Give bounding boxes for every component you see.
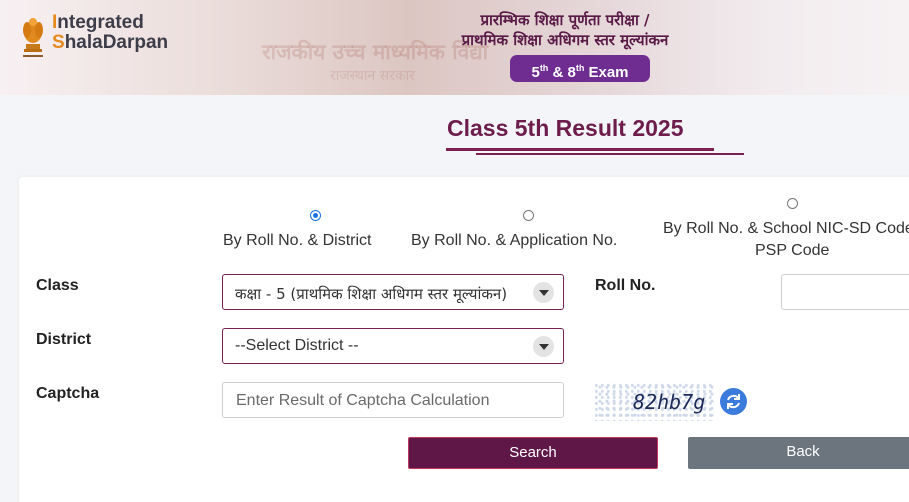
app-logo[interactable]: Integrated ShalaDarpan [52, 13, 168, 53]
title-underline-secondary [476, 153, 744, 155]
class-label: Class [36, 277, 79, 294]
refresh-icon[interactable] [720, 388, 747, 415]
class-select-value: कक्षा - 5 (प्राथमिक शिक्षा अधिगम स्तर मू… [235, 285, 508, 303]
roll-no-input[interactable] [781, 274, 909, 310]
captcha-placeholder: Enter Result of Captcha Calculation [236, 392, 490, 409]
exam-badge: 5th & 8th Exam [510, 55, 650, 82]
district-label: District [36, 331, 92, 348]
radio-label-roll-school-code[interactable]: By Roll No. & School NIC-SD Code PSP Cod… [663, 220, 909, 260]
roll-no-label: Roll No. [595, 277, 656, 294]
radio-label-school-code-line-1: By Roll No. & School NIC-SD Code [663, 220, 909, 237]
captcha-input[interactable]: Enter Result of Captcha Calculation [222, 382, 564, 418]
exam-title-line-2: प्राथमिक शिक्षा अधिगम स्तर मूल्यांकन [461, 31, 669, 49]
badge-part-mid: & 8 [548, 64, 576, 81]
chevron-down-icon [533, 282, 554, 303]
header-banner: राजकीय उच्च माध्यमिक विद्या राजस्थान सरक… [0, 0, 909, 95]
exam-title-line-1: प्रारम्भिक शिक्षा पूर्णता परीक्षा / [480, 11, 650, 29]
captcha-text: 82hb7g [633, 390, 706, 414]
banner-background-text-2: राजस्थान सरकार [330, 68, 415, 84]
exam-title: प्रारम्भिक शिक्षा पूर्णता परीक्षा / प्रा… [420, 10, 710, 50]
district-select-value: --Select District -- [235, 337, 359, 354]
page: राजकीय उच्च माध्यमिक विद्या राजस्थान सरक… [0, 0, 909, 502]
logo-initial-2: S [52, 32, 65, 53]
class-select[interactable]: कक्षा - 5 (प्राथमिक शिक्षा अधिगम स्तर मू… [222, 274, 564, 310]
captcha-image: 82hb7g [595, 383, 715, 421]
search-button[interactable]: Search [408, 437, 658, 469]
radio-roll-application[interactable] [523, 210, 534, 221]
logo-word-1: ntegrated [57, 12, 144, 33]
chevron-down-icon [533, 336, 554, 357]
back-button[interactable]: Back [688, 437, 909, 469]
radio-label-roll-district[interactable]: By Roll No. & District [223, 232, 371, 250]
page-title: Class 5th Result 2025 [447, 115, 684, 141]
captcha-label: Captcha [36, 385, 100, 402]
national-emblem-icon [23, 18, 43, 57]
badge-part-a: 5 [531, 64, 540, 81]
district-select[interactable]: --Select District -- [222, 328, 564, 364]
title-underline [446, 148, 714, 151]
radio-roll-school-code[interactable] [787, 198, 798, 209]
radio-label-roll-application[interactable]: By Roll No. & Application No. [411, 232, 617, 250]
badge-part-end: Exam [584, 64, 629, 81]
logo-word-2: halaDarpan [64, 32, 169, 53]
radio-roll-district[interactable] [310, 210, 321, 221]
radio-label-school-code-line-2: PSP Code [755, 242, 830, 259]
